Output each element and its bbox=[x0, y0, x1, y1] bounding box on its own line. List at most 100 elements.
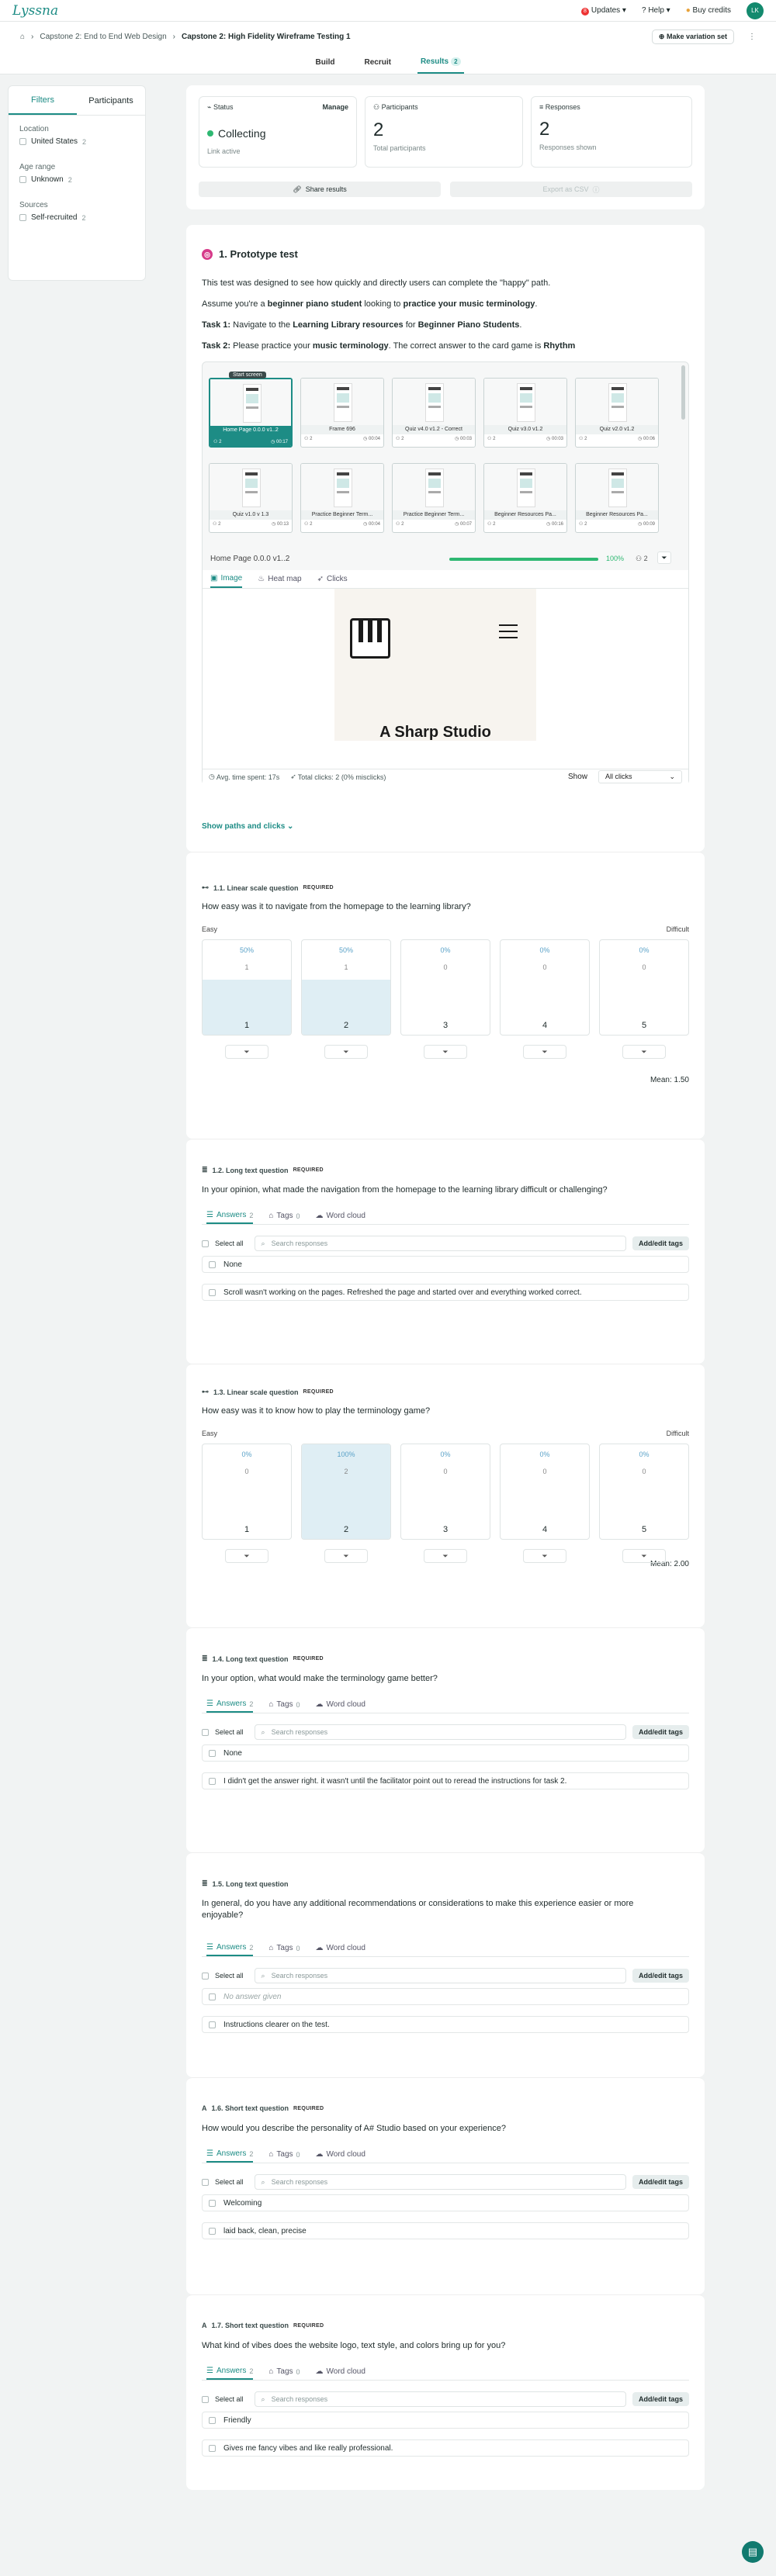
tab-filters[interactable]: Filters bbox=[9, 86, 77, 115]
lyssna-logo[interactable]: Lyssna bbox=[12, 3, 58, 19]
share-results-button[interactable]: 🔗︎ Share results bbox=[199, 182, 441, 197]
tab-build[interactable]: Build bbox=[312, 51, 338, 74]
tab-participants[interactable]: Participants bbox=[77, 86, 145, 115]
tab-tags[interactable]: ⌂ Tags 0 bbox=[268, 2363, 300, 2380]
scale-filter-button[interactable]: ⏷ bbox=[424, 1045, 467, 1059]
tab-heatmap[interactable]: ♨ Heat map bbox=[258, 570, 301, 588]
tab-word-cloud[interactable]: ☁ Word cloud bbox=[316, 1940, 365, 1956]
search-input[interactable]: ⌕ Search responses bbox=[254, 1968, 626, 1983]
scale-filter-button[interactable]: ⏷ bbox=[622, 1549, 666, 1563]
more-icon[interactable]: ⋮ bbox=[748, 33, 756, 41]
tags-count: 0 bbox=[296, 2367, 300, 2376]
question-text: What kind of vibes does the website logo… bbox=[202, 2341, 506, 2350]
checkbox[interactable] bbox=[209, 1260, 216, 1268]
frame-time: 00:06 bbox=[643, 437, 655, 441]
scale-filter-button[interactable]: ⏷ bbox=[622, 1045, 666, 1059]
checkbox[interactable] bbox=[209, 1777, 216, 1785]
filter-icon: ⏷ bbox=[641, 1047, 647, 1056]
tab-word-cloud[interactable]: ☁ Word cloud bbox=[316, 1208, 365, 1224]
filters-sidebar: Filters Participants Location United Sta… bbox=[8, 85, 146, 281]
avatar[interactable]: LK bbox=[747, 2, 764, 19]
scale-filter-button[interactable]: ⏷ bbox=[225, 1045, 268, 1059]
checkbox[interactable] bbox=[209, 2444, 216, 2452]
frame-thumbnail[interactable]: Beginner Resources Pa... ⚇ 2 ◷ 00:09 bbox=[575, 463, 659, 533]
checkbox[interactable] bbox=[19, 138, 26, 145]
answers-count: 2 bbox=[249, 1211, 254, 1219]
scale-option-2: 100% 2 2 bbox=[301, 1444, 391, 1540]
select-all-checkbox[interactable] bbox=[202, 1972, 209, 1980]
checkbox[interactable] bbox=[209, 1288, 216, 1296]
select-all-checkbox[interactable] bbox=[202, 1728, 209, 1736]
tab-tags[interactable]: ⌂ Tags 0 bbox=[268, 2146, 300, 2163]
add-edit-tags-button[interactable]: Add/edit tags bbox=[632, 2392, 689, 2406]
add-edit-tags-button[interactable]: Add/edit tags bbox=[632, 1236, 689, 1250]
tab-word-cloud[interactable]: ☁ Word cloud bbox=[316, 1696, 365, 1713]
checkbox[interactable] bbox=[209, 2227, 216, 2235]
checkbox[interactable] bbox=[209, 1749, 216, 1757]
chat-button[interactable]: ▤ bbox=[742, 2541, 764, 2563]
scale-filter-button[interactable]: ⏷ bbox=[424, 1549, 467, 1563]
tab-word-cloud[interactable]: ☁ Word cloud bbox=[316, 2146, 365, 2163]
frame-thumbnail[interactable]: Practice Beginner Term... ⚇ 2 ◷ 00:04 bbox=[300, 463, 384, 533]
buy-credits-button[interactable]: ● Buy credits bbox=[686, 6, 731, 15]
frame-thumbnail[interactable]: Quiz v1.0 v 1.3 ⚇ 2 ◷ 00:13 bbox=[209, 463, 293, 533]
select-all-checkbox[interactable] bbox=[202, 1240, 209, 1247]
select-all-checkbox[interactable] bbox=[202, 2395, 209, 2403]
scale-filter-button[interactable]: ⏷ bbox=[523, 1549, 566, 1563]
status-value: Collecting bbox=[218, 127, 266, 140]
tab-answers[interactable]: ☰ Answers 2 bbox=[206, 2363, 254, 2380]
tab-answers[interactable]: ☰ Answers 2 bbox=[206, 1208, 254, 1224]
add-edit-tags-button[interactable]: Add/edit tags bbox=[632, 2175, 689, 2189]
checkbox[interactable] bbox=[209, 2416, 216, 2424]
tab-answers[interactable]: ☰ Answers 2 bbox=[206, 2146, 254, 2163]
tab-tags[interactable]: ⌂ Tags 0 bbox=[268, 1208, 300, 1224]
help-menu[interactable]: ? Help ▾ bbox=[642, 6, 670, 15]
select-all-checkbox[interactable] bbox=[202, 2178, 209, 2186]
tab-image[interactable]: ▣ Image bbox=[210, 570, 243, 588]
filter-icon[interactable]: ⏷ bbox=[657, 552, 671, 564]
scale-filter-button[interactable]: ⏷ bbox=[324, 1045, 368, 1059]
tab-word-cloud[interactable]: ☁ Word cloud bbox=[316, 2363, 365, 2380]
manage-button[interactable]: Manage bbox=[322, 103, 348, 112]
frame-thumbnail[interactable]: Frame 696 ⚇ 2 ◷ 00:04 bbox=[300, 378, 384, 448]
search-input[interactable]: ⌕ Search responses bbox=[254, 1236, 626, 1251]
search-input[interactable]: ⌕ Search responses bbox=[254, 2174, 626, 2190]
scale-filter-button[interactable]: ⏷ bbox=[523, 1045, 566, 1059]
responses-icon: ≡ bbox=[539, 103, 544, 111]
home-icon[interactable]: ⌂ bbox=[20, 33, 25, 41]
tab-tags[interactable]: ⌂ Tags 0 bbox=[268, 1696, 300, 1713]
scale-label: 1 bbox=[244, 1525, 250, 1534]
show-paths-link[interactable]: Show paths and clicks ⌄ bbox=[202, 822, 293, 831]
breadcrumb-parent[interactable]: Capstone 2: End to End Web Design bbox=[40, 33, 166, 41]
checkbox[interactable] bbox=[209, 1993, 216, 2000]
add-edit-tags-button[interactable]: Add/edit tags bbox=[632, 1969, 689, 1983]
checkbox[interactable] bbox=[19, 214, 26, 221]
tab-results[interactable]: Results 2 bbox=[417, 51, 464, 74]
tab-clicks[interactable]: ➶ Clicks bbox=[317, 570, 348, 588]
export-csv-button[interactable]: Export as CSV ⓘ bbox=[450, 182, 692, 197]
checkbox[interactable] bbox=[19, 176, 26, 183]
required-badge: REQUIRED bbox=[293, 1167, 324, 1173]
frame-thumbnail[interactable]: Quiz v3.0 v1.2 ⚇ 2 ◷ 00:03 bbox=[483, 378, 567, 448]
tab-recruit[interactable]: Recruit bbox=[361, 51, 393, 74]
add-edit-tags-button[interactable]: Add/edit tags bbox=[632, 1725, 689, 1739]
frame-thumbnail[interactable]: Practice Beginner Term... ⚇ 2 ◷ 00:07 bbox=[392, 463, 476, 533]
frame-thumbnail[interactable]: Home Page 0.0.0 v1..2 ⚇ 2 ◷ 00:17 bbox=[209, 378, 293, 448]
search-input[interactable]: ⌕ Search responses bbox=[254, 2391, 626, 2407]
gallery-scrollbar[interactable] bbox=[681, 365, 685, 420]
frame-thumbnail[interactable]: Beginner Resources Pa... ⚇ 2 ◷ 00:16 bbox=[483, 463, 567, 533]
checkbox[interactable] bbox=[209, 2021, 216, 2028]
breadcrumb-current: Capstone 2: High Fidelity Wireframe Test… bbox=[182, 32, 351, 41]
tab-answers[interactable]: ☰ Answers 2 bbox=[206, 1696, 254, 1713]
frame-thumbnail[interactable]: Quiz v4.0 v1.2 - Correct ⚇ 2 ◷ 00:03 bbox=[392, 378, 476, 448]
make-variation-button[interactable]: ⊕ Make variation set bbox=[651, 29, 734, 44]
tab-answers[interactable]: ☰ Answers 2 bbox=[206, 1940, 254, 1956]
tab-tags[interactable]: ⌂ Tags 0 bbox=[268, 1940, 300, 1956]
scale-filter-button[interactable]: ⏷ bbox=[225, 1549, 268, 1563]
search-input[interactable]: ⌕ Search responses bbox=[254, 1724, 626, 1740]
checkbox[interactable] bbox=[209, 2199, 216, 2207]
updates-menu[interactable]: 8 Updates ▾ bbox=[580, 6, 626, 16]
frame-thumbnail[interactable]: Quiz v2.0 v1.2 ⚇ 2 ◷ 00:06 bbox=[575, 378, 659, 448]
show-select[interactable]: All clicks ⌄ bbox=[598, 770, 682, 783]
scale-filter-button[interactable]: ⏷ bbox=[324, 1549, 368, 1563]
